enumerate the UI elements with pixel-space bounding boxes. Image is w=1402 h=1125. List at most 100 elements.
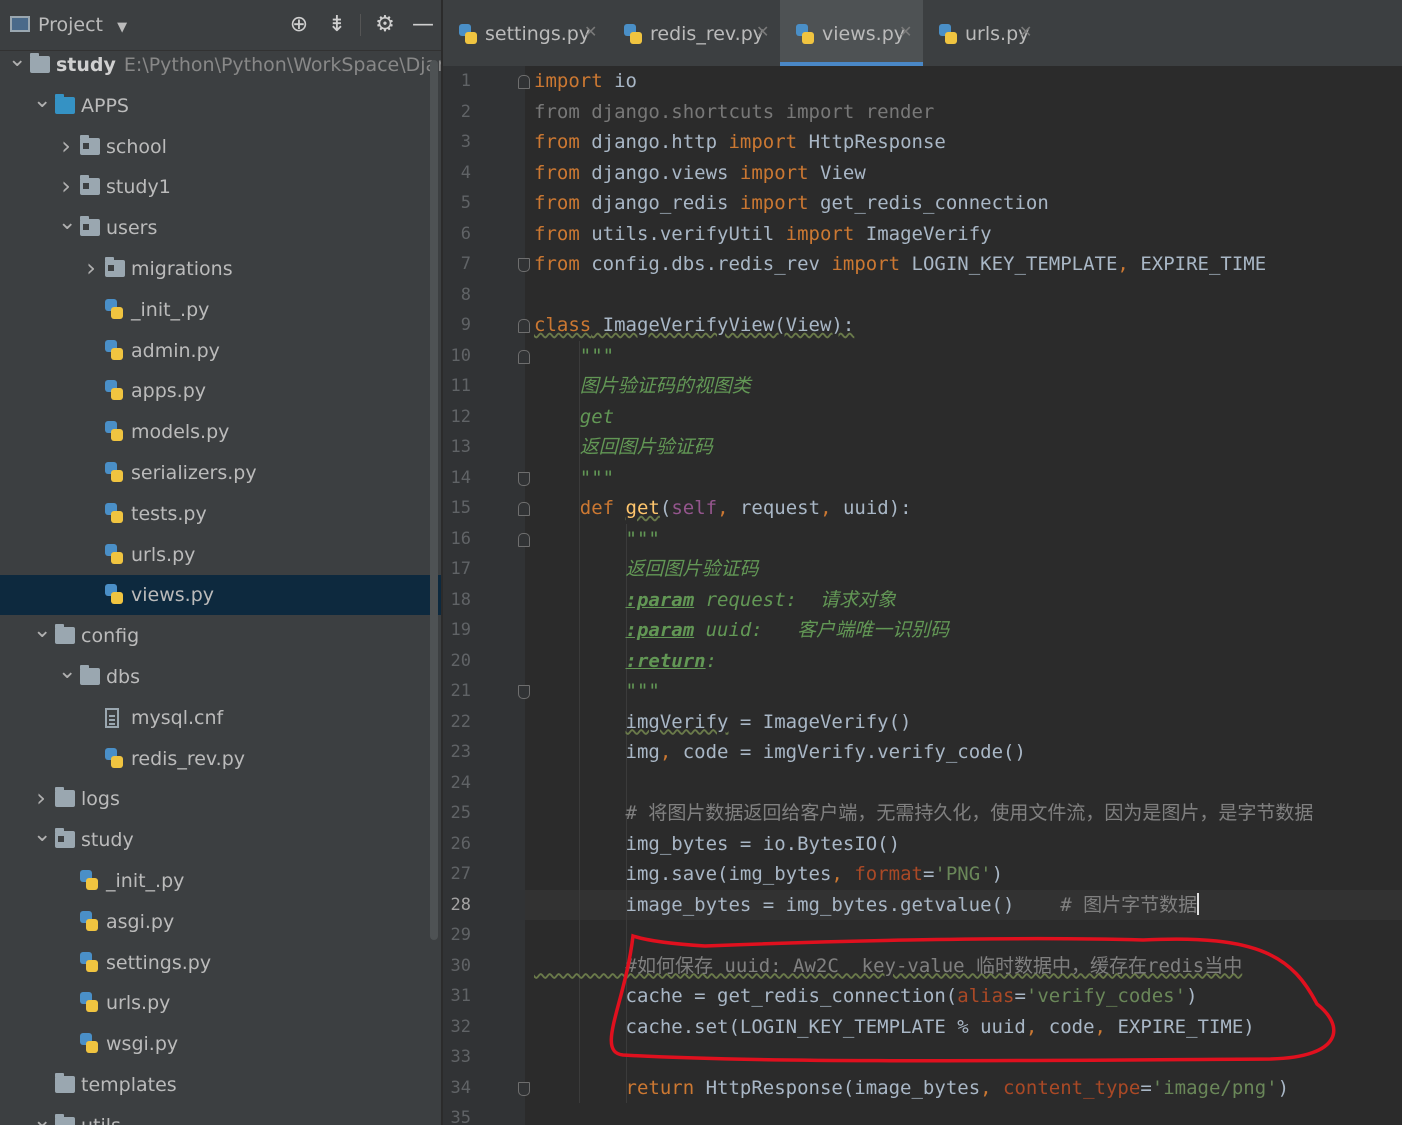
code-line[interactable]: """ xyxy=(534,341,614,371)
tree-item-views-py[interactable]: views.py xyxy=(0,575,441,616)
python-file-icon xyxy=(80,992,98,1014)
tree-item-migrations[interactable]: › migrations xyxy=(0,249,441,289)
tree-item-study[interactable]: ⌄ study xyxy=(0,820,441,860)
chevron-right-icon[interactable]: › xyxy=(33,779,49,817)
code-line[interactable]: def get(self, request, uuid): xyxy=(534,493,912,523)
line-number: 2 xyxy=(460,101,471,122)
chevron-right-icon[interactable]: › xyxy=(58,127,74,165)
code-line[interactable]: img.save(img_bytes, format='PNG') xyxy=(534,859,1004,889)
code-line[interactable]: 返回图片验证码 xyxy=(534,432,713,462)
tree-item-config[interactable]: ⌄ config xyxy=(0,616,441,656)
code-line[interactable]: img, code = imgVerify.verify_code() xyxy=(534,737,1026,767)
code-line[interactable]: cache.set(LOGIN_KEY_TEMPLATE % uuid, cod… xyxy=(534,1012,1255,1042)
chevron-down-icon[interactable]: ⌄ xyxy=(33,820,51,850)
chevron-down-icon[interactable]: ⌄ xyxy=(58,657,76,687)
code-line[interactable]: """ xyxy=(534,463,614,493)
code-line[interactable]: """ xyxy=(534,676,660,706)
fold-marker-icon[interactable] xyxy=(518,471,530,486)
fold-marker-icon[interactable] xyxy=(518,685,530,699)
close-icon[interactable]: ✕ xyxy=(1019,0,1032,68)
tree-item-study1[interactable]: › study1 xyxy=(0,167,441,207)
sidebar-scrollbar[interactable] xyxy=(430,60,438,940)
code-line[interactable]: # 将图片数据返回给客户端，无需持久化，使用文件流，因为是图片，是字节数据 xyxy=(534,798,1314,828)
code-line[interactable]: cache = get_redis_connection(alias='veri… xyxy=(534,981,1198,1011)
tab-redis-rev-py[interactable]: redis_rev.py ✕ xyxy=(608,0,780,66)
code-line[interactable]: from config.dbs.redis_rev import LOGIN_K… xyxy=(534,249,1266,279)
chevron-down-icon[interactable]: ⌄ xyxy=(58,208,76,238)
tree-item-urls-py[interactable]: urls.py xyxy=(0,983,441,1023)
code-line[interactable]: return HttpResponse(image_bytes, content… xyxy=(534,1073,1290,1103)
code-token: get_redis_connection xyxy=(808,192,1049,214)
tree-item-serializers-py[interactable]: serializers.py xyxy=(0,453,441,493)
python-file-icon xyxy=(80,870,98,892)
tree-item-apps-py[interactable]: apps.py xyxy=(0,371,441,411)
code-line[interactable]: import io xyxy=(534,66,637,96)
tree-item-init-py[interactable]: _init_.py xyxy=(0,290,441,330)
fold-marker-icon[interactable] xyxy=(518,75,530,89)
code-line[interactable]: """ xyxy=(534,524,660,554)
tree-item-utils[interactable]: ⌄ utils xyxy=(0,1106,441,1125)
tree-item-admin-py[interactable]: admin.py xyxy=(0,331,441,371)
tree-item-school[interactable]: › school xyxy=(0,127,441,167)
code-line[interactable]: 返回图片验证码 xyxy=(534,554,759,584)
tab-views-py[interactable]: views.py ✕ xyxy=(780,0,923,66)
close-icon[interactable]: ✕ xyxy=(899,0,912,68)
chevron-down-icon[interactable]: ⌄ xyxy=(33,616,51,646)
fold-marker-icon[interactable] xyxy=(518,319,530,333)
line-number: 12 xyxy=(450,406,471,427)
code-line[interactable]: from django.http import HttpResponse xyxy=(534,127,946,157)
code-line[interactable]: image_bytes = img_bytes.getvalue() # 图片字… xyxy=(534,890,1200,920)
fold-marker-icon[interactable] xyxy=(518,502,530,516)
code-line[interactable]: from django.shortcuts import render xyxy=(534,97,934,127)
fold-marker-icon[interactable] xyxy=(518,258,530,272)
tree-item-study[interactable]: ⌄ study E:\Python\Python\WorkSpace\Django\… xyxy=(0,45,441,85)
code-line[interactable]: :param request: 请求对象 xyxy=(534,585,896,615)
close-icon[interactable]: ✕ xyxy=(584,0,597,68)
fold-marker-icon[interactable] xyxy=(518,532,530,547)
chevron-down-icon[interactable]: ⌄ xyxy=(8,45,26,75)
code-line[interactable]: from django.views import View xyxy=(534,158,866,188)
fold-marker-icon[interactable] xyxy=(518,349,530,364)
tree-item-apps[interactable]: ⌄ APPS xyxy=(0,86,441,126)
minimize-icon[interactable]: — xyxy=(410,12,436,38)
tree-item-asgi-py[interactable]: asgi.py xyxy=(0,902,441,942)
collapse-icon[interactable]: ⇟ xyxy=(324,12,350,38)
python-file-icon xyxy=(796,24,814,46)
tree-item-settings-py[interactable]: settings.py xyxy=(0,943,441,983)
locate-icon[interactable]: ⊕ xyxy=(286,12,312,38)
code-line[interactable]: from django_redis import get_redis_conne… xyxy=(534,188,1049,218)
chevron-right-icon[interactable]: › xyxy=(83,249,99,287)
code-line[interactable]: from utils.verifyUtil import ImageVerify xyxy=(534,219,992,249)
code-line[interactable]: :return: xyxy=(534,646,718,676)
chevron-down-icon[interactable]: ⌄ xyxy=(33,86,51,116)
code-line[interactable]: get xyxy=(534,402,614,432)
tree-item-models-py[interactable]: models.py xyxy=(0,412,441,452)
chevron-down-icon[interactable]: ▼ xyxy=(117,20,127,35)
tree-item-label: redis_rev.py xyxy=(131,747,246,770)
code-line[interactable]: imgVerify = ImageVerify() xyxy=(534,707,912,737)
tree-item-users[interactable]: ⌄ users xyxy=(0,208,441,248)
fold-marker-icon[interactable] xyxy=(518,1081,530,1096)
tree-item-tests-py[interactable]: tests.py xyxy=(0,494,441,534)
code-line[interactable]: #如何保存 uuid: Aw2C key-value 临时数据中，缓存在redi… xyxy=(534,951,1243,981)
chevron-down-icon[interactable]: ⌄ xyxy=(33,1106,51,1125)
tree-item-wsgi-py[interactable]: wsgi.py xyxy=(0,1024,441,1064)
tree-item-init-py[interactable]: _init_.py xyxy=(0,861,441,901)
tree-item-templates[interactable]: templates xyxy=(0,1065,441,1105)
tree-item-logs[interactable]: › logs xyxy=(0,779,441,819)
tab-urls-py[interactable]: urls.py ✕ xyxy=(923,0,1043,66)
tree-item-urls-py[interactable]: urls.py xyxy=(0,535,441,575)
code-line[interactable]: class ImageVerifyView(View): xyxy=(534,310,854,340)
chevron-right-icon[interactable]: › xyxy=(58,167,74,205)
tree-item-mysql-cnf[interactable]: mysql.cnf xyxy=(0,698,441,738)
close-icon[interactable]: ✕ xyxy=(756,0,769,68)
code-line[interactable]: :param uuid: 客户端唯一识别码 xyxy=(534,615,950,645)
code-line[interactable]: img_bytes = io.BytesIO() xyxy=(534,829,901,859)
tree-item-dbs[interactable]: ⌄ dbs xyxy=(0,657,441,697)
gear-icon[interactable]: ⚙ xyxy=(372,12,398,38)
project-view-icon[interactable] xyxy=(10,16,30,32)
tree-item-redis-rev-py[interactable]: redis_rev.py xyxy=(0,739,441,779)
code-editor[interactable]: 1 2 3 4 5 6 7 8 9 10 11 12 13 14 15 16 17 18 19 20 21 22 23 24 2… xyxy=(443,66,1402,1125)
code-line[interactable]: 图片验证码的视图类 xyxy=(534,371,751,401)
tab-settings-py[interactable]: settings.py ✕ xyxy=(443,0,608,66)
